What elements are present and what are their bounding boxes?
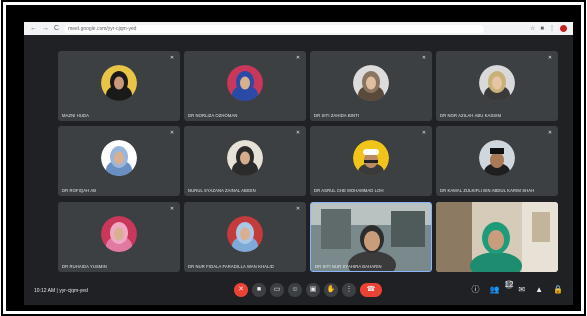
participant-tile[interactable]: ✕ DR NOR AZILAH ABU KASSIM bbox=[436, 51, 558, 121]
participant-name: DR SITI ZAHIDA BINTI bbox=[314, 113, 360, 118]
participant-avatar bbox=[227, 140, 263, 176]
mic-off-icon: ✕ bbox=[169, 55, 175, 61]
browser-actions: ☆ ■ ⋮ bbox=[530, 25, 567, 32]
participant-name: DR RUHAIDA YUSMIN bbox=[62, 264, 107, 269]
mic-off-icon: ✕ bbox=[421, 130, 427, 136]
chat-icon[interactable]: ✉ bbox=[518, 285, 525, 294]
photo-frame: ← → C meet.google.com/yyr-cjqm-yed ☆ ■ ⋮… bbox=[6, 5, 581, 311]
participant-tile[interactable]: ✕ DR SITI ZAHIDA BINTI bbox=[310, 51, 432, 121]
meeting-info: 10:12 AM | yyr-cjqm-yed bbox=[34, 288, 88, 294]
participant-name: DR ASRUL CHE MOHAMMAD LOH bbox=[314, 188, 384, 193]
menu-icon[interactable]: ⋮ bbox=[549, 25, 555, 32]
participant-avatar bbox=[353, 65, 389, 101]
back-icon[interactable]: ← bbox=[30, 25, 37, 32]
side-controls: ⓘ 👥12 ✉ ▲ 🔒 bbox=[472, 280, 563, 295]
mic-off-icon: ✕ bbox=[547, 55, 553, 61]
address-bar[interactable]: meet.google.com/yyr-cjqm-yed bbox=[64, 24, 485, 33]
participant-avatar bbox=[101, 216, 137, 252]
mic-off-icon[interactable]: ✕ bbox=[234, 283, 248, 297]
lock-icon[interactable]: 🔒 bbox=[553, 285, 563, 294]
participant-name: DR SITI NUR SYAHIRA BAHARIN bbox=[315, 264, 382, 269]
present-icon[interactable]: ▣ bbox=[306, 283, 320, 297]
forward-icon[interactable]: → bbox=[42, 25, 49, 32]
participant-count-badge: 12 bbox=[504, 280, 514, 289]
mic-off-icon: ✕ bbox=[295, 206, 301, 212]
participant-video bbox=[311, 203, 431, 271]
participant-name: DR NORLIZA OZHOMAN bbox=[188, 113, 238, 118]
meeting-controls-bar: 10:12 AM | yyr-cjqm-yed ✕ ■ ▭ ☺ ▣ ✋ ⋮ ☎ … bbox=[24, 278, 573, 305]
meeting-code: yyr-cjqm-yed bbox=[59, 288, 88, 294]
participant-name: DR KAMAL ZULKIFLI BIN ABDUL KARIM SHAH bbox=[440, 188, 535, 193]
meet-screen: ← → C meet.google.com/yyr-cjqm-yed ☆ ■ ⋮… bbox=[24, 22, 573, 305]
participant-avatar bbox=[101, 65, 137, 101]
more-options-icon[interactable]: ⋮ bbox=[342, 283, 356, 297]
call-controls: ✕ ■ ▭ ☺ ▣ ✋ ⋮ ☎ bbox=[234, 283, 382, 297]
url-text: meet.google.com/yyr-cjqm-yed bbox=[68, 25, 137, 32]
mic-off-icon: ✕ bbox=[295, 130, 301, 136]
camera-icon[interactable]: ■ bbox=[252, 283, 266, 297]
mic-off-icon: ✕ bbox=[421, 55, 427, 61]
participant-avatar bbox=[227, 65, 263, 101]
extensions-icon[interactable]: ■ bbox=[540, 26, 544, 32]
mic-off-icon: ✕ bbox=[547, 130, 553, 136]
mic-off-icon: ✕ bbox=[295, 55, 301, 61]
info-icon[interactable]: ⓘ bbox=[472, 284, 480, 295]
video-tile[interactable] bbox=[436, 202, 558, 272]
participant-name: DR NUR FIDALA FARADILLA WAN KHALID bbox=[188, 264, 274, 269]
emoji-icon[interactable]: ☺ bbox=[288, 283, 302, 297]
bookmark-star-icon[interactable]: ☆ bbox=[530, 25, 535, 32]
mic-off-icon: ✕ bbox=[169, 206, 175, 212]
leave-call-icon[interactable]: ☎ bbox=[360, 283, 382, 297]
participant-tile[interactable]: ✕ DR ASRUL CHE MOHAMMAD LOH bbox=[310, 126, 432, 196]
participant-video bbox=[436, 202, 558, 272]
participant-name: NURUL SYAZANA ZAINAL ABIDIN bbox=[188, 188, 256, 193]
participant-avatar bbox=[479, 140, 515, 176]
meeting-time: 10:12 AM bbox=[34, 288, 56, 294]
participant-avatar bbox=[227, 216, 263, 252]
raise-hand-icon[interactable]: ✋ bbox=[324, 283, 338, 297]
participant-tile[interactable]: ✕ DR NORLIZA OZHOMAN bbox=[184, 51, 306, 121]
participant-tile[interactable]: ✕ MAZNI HUDA bbox=[58, 51, 180, 121]
video-tile-active-speaker[interactable]: DR SITI NUR SYAHIRA BAHARIN bbox=[310, 202, 432, 272]
browser-toolbar: ← → C meet.google.com/yyr-cjqm-yed ☆ ■ ⋮ bbox=[24, 22, 573, 35]
participant-tile[interactable]: ✕ DR NUR FIDALA FARADILLA WAN KHALID bbox=[184, 202, 306, 272]
participant-name: DR ROFIQAH AB bbox=[62, 188, 97, 193]
activities-icon[interactable]: ▲ bbox=[535, 285, 543, 294]
participant-tile[interactable]: ✕ DR RUHAIDA YUSMIN bbox=[58, 202, 180, 272]
participant-avatar bbox=[101, 140, 137, 176]
reload-icon[interactable]: C bbox=[54, 25, 59, 32]
participant-tile[interactable]: ✕ DR KAMAL ZULKIFLI BIN ABDUL KARIM SHAH bbox=[436, 126, 558, 196]
participant-tile[interactable]: ✕ NURUL SYAZANA ZAINAL ABIDIN bbox=[184, 126, 306, 196]
people-icon[interactable]: 👥12 bbox=[490, 280, 514, 294]
participant-name: DR NOR AZILAH ABU KASSIM bbox=[440, 113, 502, 118]
participant-avatar bbox=[353, 140, 389, 176]
captions-icon[interactable]: ▭ bbox=[270, 283, 284, 297]
profile-avatar[interactable] bbox=[560, 25, 567, 32]
participant-avatar bbox=[479, 65, 515, 101]
mic-off-icon: ✕ bbox=[169, 130, 175, 136]
participant-tile[interactable]: ✕ DR ROFIQAH AB bbox=[58, 126, 180, 196]
participant-name: MAZNI HUDA bbox=[62, 113, 90, 118]
